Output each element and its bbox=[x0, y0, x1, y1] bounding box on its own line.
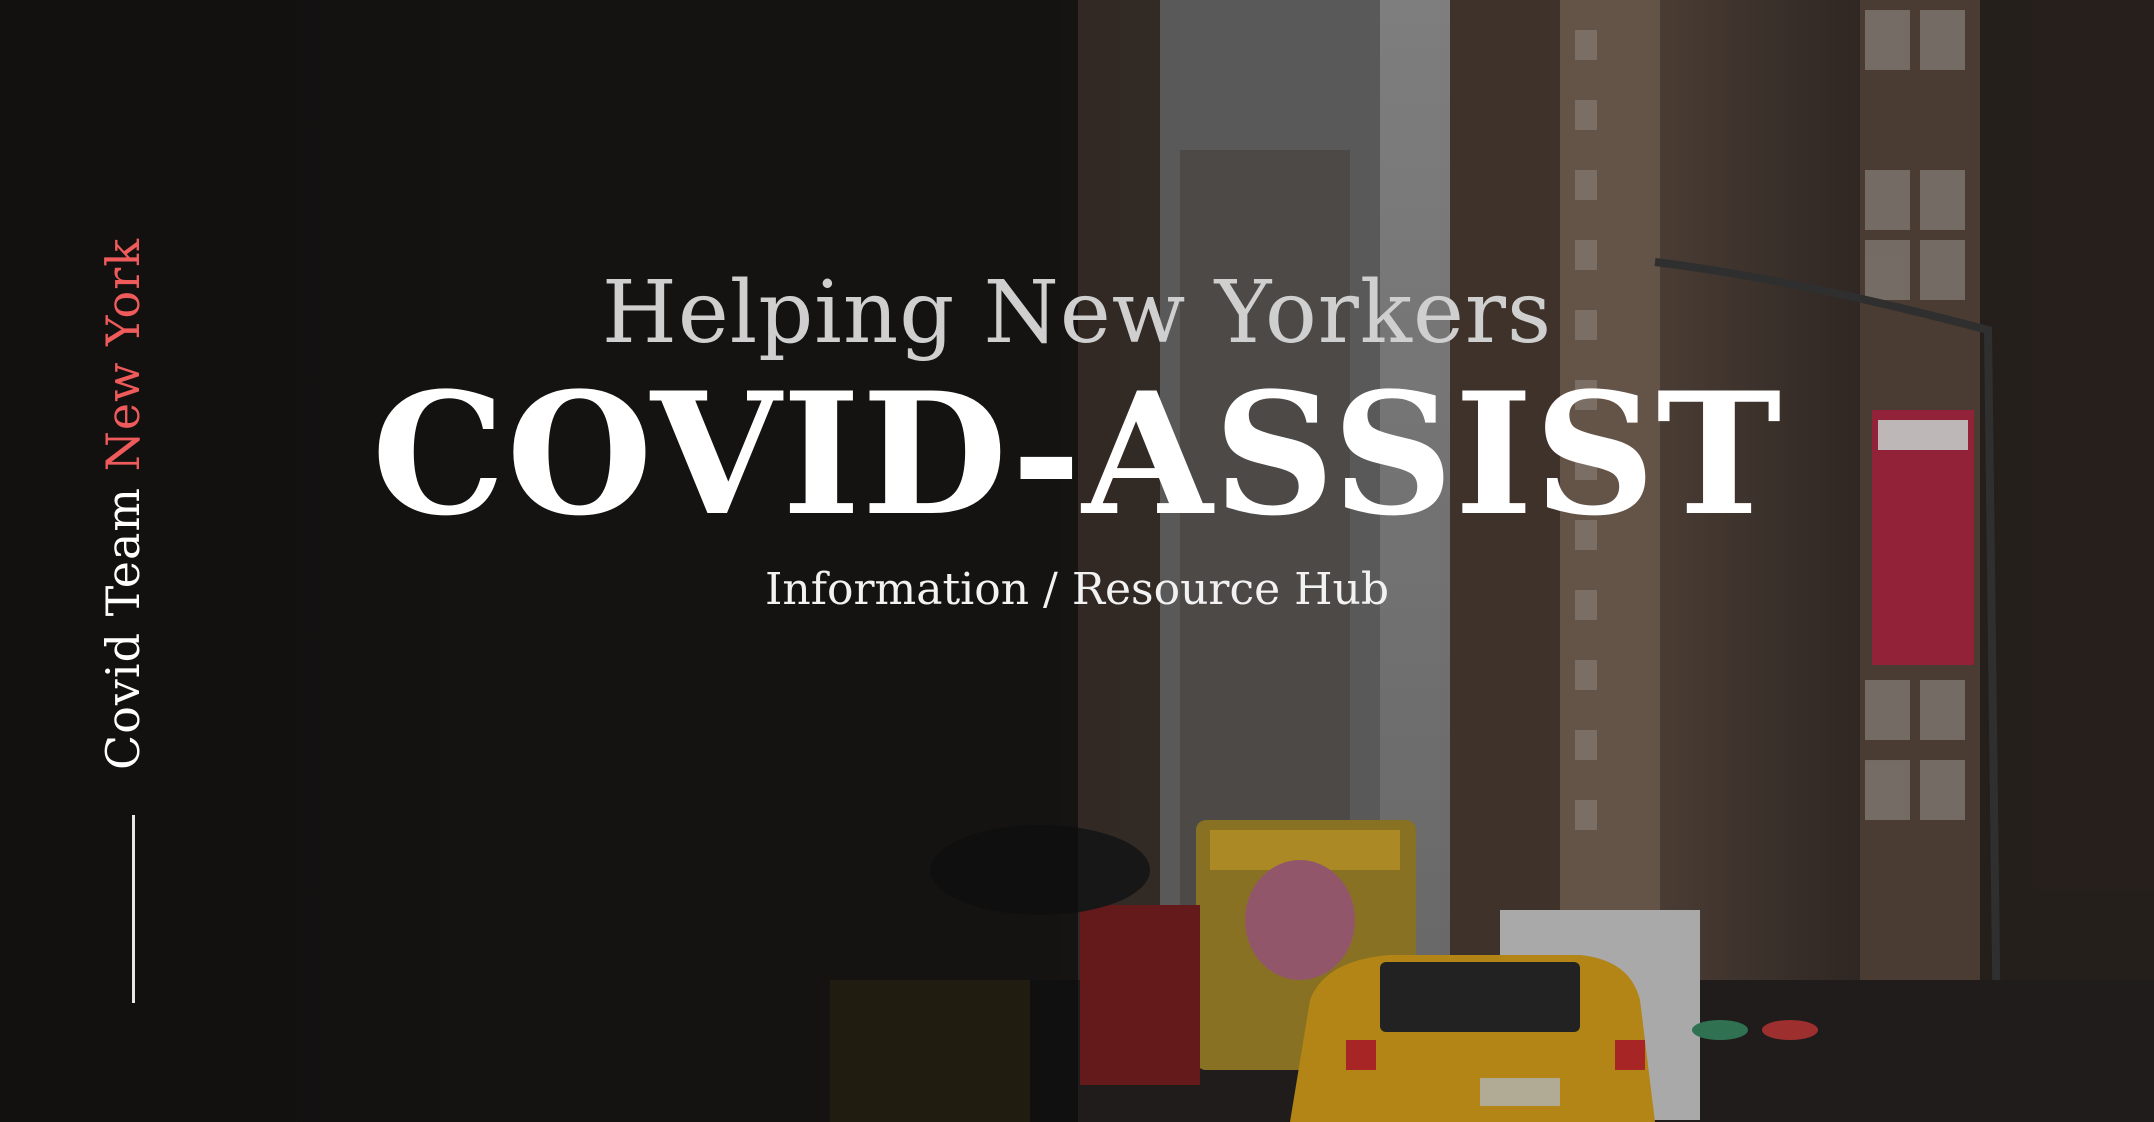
hero-banner: Covid Team New York Helping New Yorkers … bbox=[0, 0, 2154, 1122]
hero-title-block: Helping New Yorkers COVID-ASSIST Informa… bbox=[0, 270, 2154, 615]
hero-subtitle: Helping New Yorkers bbox=[601, 263, 1553, 363]
hero-title: COVID-ASSIST bbox=[371, 355, 1783, 553]
hero-tagline: Information / Resource Hub bbox=[764, 564, 1389, 615]
side-divider-line bbox=[132, 815, 135, 1003]
